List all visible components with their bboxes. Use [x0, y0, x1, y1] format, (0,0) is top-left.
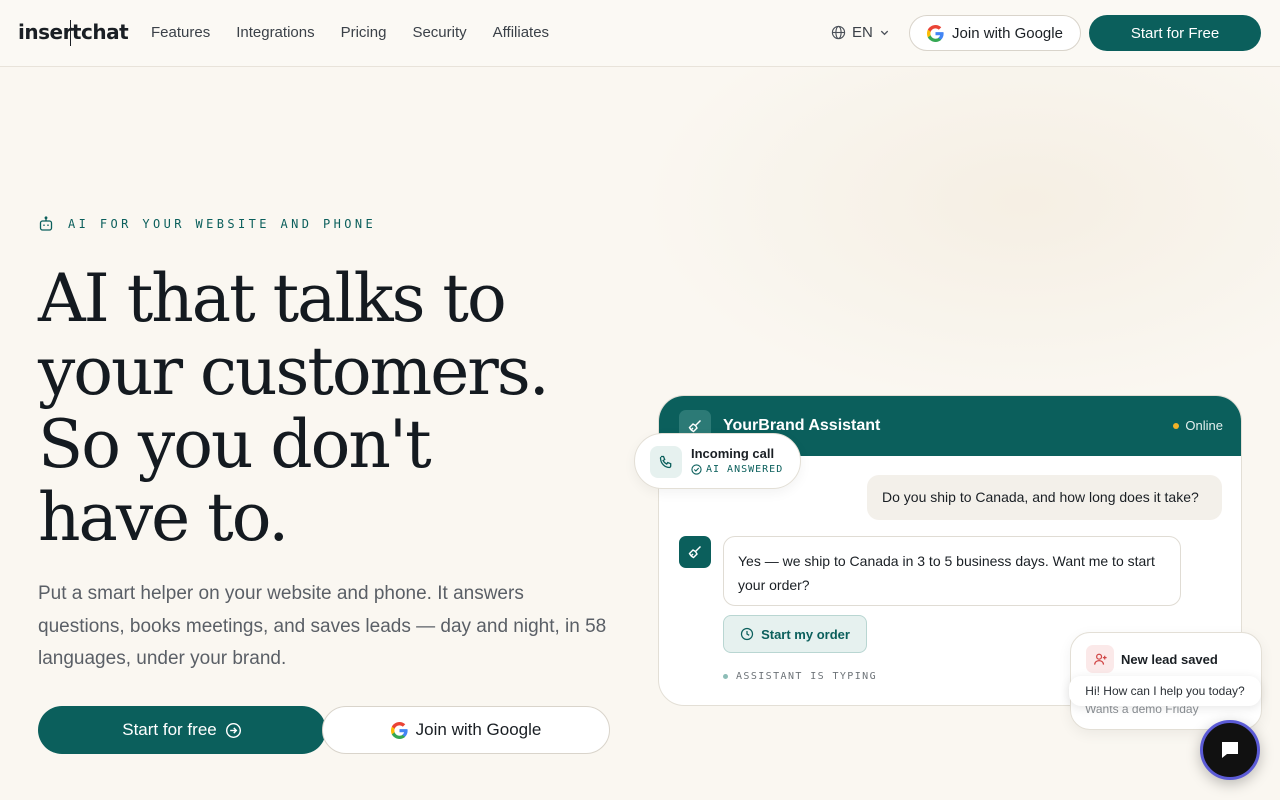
new-lead-title: New lead saved [1121, 652, 1218, 667]
phone-icon [659, 455, 672, 469]
arrow-circle-right-icon [225, 722, 241, 738]
clock-icon [740, 627, 754, 641]
online-dot [1173, 422, 1180, 429]
hero-headline: AI that talks to your customers. So you … [38, 262, 638, 554]
logo-cursor-mark [70, 20, 71, 46]
check-circle-icon [691, 464, 702, 475]
chevron-down-icon [880, 30, 889, 36]
start-for-free-button[interactable]: Start for Free [1089, 15, 1261, 51]
logo-text: insertchat [18, 20, 129, 44]
broom-icon [688, 420, 701, 433]
join-with-google-button[interactable]: Join with Google [909, 15, 1081, 51]
ai-answered-label: AI ANSWERED [691, 464, 783, 475]
broom-icon [688, 546, 701, 559]
chat-bubble-icon [1222, 742, 1238, 758]
bot-avatar [679, 536, 711, 568]
hero-join-with-google-label: Join with Google [415, 720, 542, 739]
nav-link-security[interactable]: Security [412, 24, 466, 41]
hero-start-for-free-button[interactable]: Start for free [38, 706, 326, 754]
online-status: Online [1173, 418, 1223, 433]
headline-line: have to. [38, 479, 289, 556]
nav-link-features[interactable]: Features [151, 24, 210, 41]
globe-icon [831, 25, 846, 40]
language-label: EN [852, 24, 873, 41]
bot-message-bubble: Yes — we ship to Canada in 3 to 5 busine… [723, 536, 1181, 606]
join-with-google-label: Join with Google [952, 24, 1063, 42]
nav-link-integrations[interactable]: Integrations [236, 24, 314, 41]
start-my-order-label: Start my order [761, 626, 850, 642]
headline-line: your customers. [38, 333, 550, 410]
language-selector[interactable]: EN [831, 24, 890, 41]
incoming-call-title: Incoming call [691, 446, 775, 461]
chat-launcher-button[interactable] [1200, 720, 1260, 780]
typing-indicator: ASSISTANT IS TYPING [723, 671, 877, 682]
user-plus-icon [1093, 653, 1107, 665]
online-status-label: Online [1185, 418, 1223, 433]
headline-line: So you don't [38, 406, 432, 483]
call-icon-wrapper [650, 446, 682, 478]
google-icon [390, 721, 408, 739]
google-icon [927, 24, 944, 42]
hero-eyebrow: AI FOR YOUR WEBSITE AND PHONE [38, 216, 376, 232]
logo[interactable]: insertchat [18, 20, 129, 46]
top-navigation: insertchat Features Integrations Pricing… [0, 0, 1280, 67]
typing-label: ASSISTANT IS TYPING [736, 671, 877, 682]
hero-subtext: Put a smart helper on your website and p… [38, 583, 607, 669]
hero-start-label: Start for free [122, 720, 217, 739]
robot-icon [39, 216, 53, 231]
hero-background-glow [640, 66, 1280, 406]
headline-line: AI that talks to [38, 260, 507, 337]
chat-widget-greeting[interactable]: Hi! How can I help you today? [1069, 676, 1261, 706]
eyebrow-text: AI FOR YOUR WEBSITE AND PHONE [68, 217, 377, 231]
lead-icon-wrapper [1086, 645, 1114, 673]
typing-dot [723, 674, 728, 679]
hero-join-with-google-button[interactable]: Join with Google [322, 706, 610, 754]
ai-answered-text: AI ANSWERED [706, 464, 784, 475]
nav-links: Features Integrations Pricing Security A… [151, 24, 549, 41]
start-my-order-chip[interactable]: Start my order [723, 615, 867, 653]
incoming-call-chip: Incoming call AI ANSWERED [634, 433, 801, 489]
user-message-bubble: Do you ship to Canada, and how long does… [867, 475, 1222, 520]
nav-link-pricing[interactable]: Pricing [341, 24, 387, 41]
nav-link-affiliates[interactable]: Affiliates [493, 24, 549, 41]
